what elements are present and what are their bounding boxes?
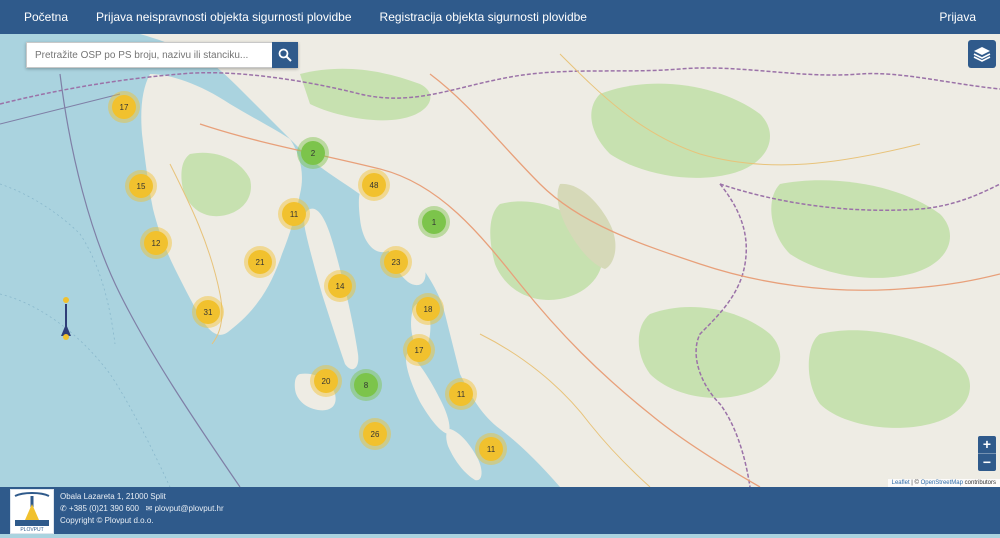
map-cluster-marker[interactable]: 26 bbox=[363, 422, 387, 446]
osm-link[interactable]: OpenStreetMap bbox=[921, 480, 963, 486]
search-input[interactable] bbox=[26, 42, 272, 68]
map-cluster-marker[interactable]: 18 bbox=[416, 297, 440, 321]
search-button[interactable] bbox=[272, 42, 298, 68]
map-background bbox=[0, 34, 1000, 487]
nav-login[interactable]: Prijava bbox=[925, 10, 1000, 24]
zoom-control: + − bbox=[978, 436, 996, 471]
map-cluster-marker[interactable]: 20 bbox=[314, 369, 338, 393]
zoom-out-button[interactable]: − bbox=[978, 454, 996, 471]
nav-register-object[interactable]: Registracija objekta sigurnosti plovidbe bbox=[366, 10, 601, 24]
top-navbar: Početna Prijava neispravnosti objekta si… bbox=[0, 0, 1000, 34]
footer-phone: +385 (0)21 390 600 bbox=[68, 504, 139, 513]
nav-home[interactable]: Početna bbox=[0, 10, 82, 24]
map-cluster-marker[interactable]: 21 bbox=[248, 250, 272, 274]
map-cluster-marker[interactable]: 48 bbox=[362, 173, 386, 197]
map-cluster-marker[interactable]: 15 bbox=[129, 174, 153, 198]
map-cluster-marker[interactable]: 12 bbox=[144, 231, 168, 255]
map-cluster-marker[interactable]: 11 bbox=[449, 382, 473, 406]
search-bar bbox=[26, 42, 298, 68]
map-cluster-marker[interactable]: 31 bbox=[196, 300, 220, 324]
plovput-logo: PLOVPUT bbox=[10, 489, 54, 534]
footer-address: Obala Lazareta 1, 21000 Split bbox=[60, 492, 166, 501]
layers-button[interactable] bbox=[968, 40, 996, 68]
phone-icon: ✆ bbox=[60, 504, 69, 513]
footer: PLOVPUT Obala Lazareta 1, 21000 Split ✆ … bbox=[0, 487, 1000, 534]
map-cluster-marker[interactable]: 23 bbox=[384, 250, 408, 274]
map-cluster-marker[interactable]: 8 bbox=[354, 373, 378, 397]
zoom-in-button[interactable]: + bbox=[978, 436, 996, 454]
logo-text: PLOVPUT bbox=[20, 527, 43, 533]
attribution-rest: contributors bbox=[962, 480, 996, 486]
email-icon: ✉ bbox=[145, 504, 155, 513]
map-cluster-marker[interactable]: 17 bbox=[112, 95, 136, 119]
map-view[interactable]: 17 15 12 2 11 21 31 48 1 23 14 18 17 20 8 11 26 11 + − Le… bbox=[0, 34, 1000, 487]
nav-report-fault[interactable]: Prijava neispravnosti objekta sigurnosti… bbox=[82, 10, 365, 24]
map-attribution: Leaflet | © OpenStreetMap contributors bbox=[887, 479, 1000, 487]
map-cluster-marker[interactable]: 11 bbox=[479, 437, 503, 461]
search-icon bbox=[278, 48, 292, 62]
leaflet-link[interactable]: Leaflet bbox=[892, 480, 910, 486]
map-cluster-marker[interactable]: 14 bbox=[328, 274, 352, 298]
attribution-sep: | © bbox=[909, 480, 921, 486]
layers-icon bbox=[973, 47, 991, 62]
footer-contact: Obala Lazareta 1, 21000 Split ✆ +385 (0)… bbox=[60, 491, 224, 527]
lighthouse-icon[interactable] bbox=[59, 296, 73, 340]
map-cluster-marker[interactable]: 11 bbox=[282, 202, 306, 226]
map-cluster-marker[interactable]: 2 bbox=[301, 141, 325, 165]
footer-copyright: Copyright © Plovput d.o.o. bbox=[60, 516, 154, 525]
footer-email[interactable]: plovput@plovput.hr bbox=[155, 504, 224, 513]
map-cluster-marker[interactable]: 17 bbox=[407, 338, 431, 362]
map-cluster-marker[interactable]: 1 bbox=[422, 210, 446, 234]
